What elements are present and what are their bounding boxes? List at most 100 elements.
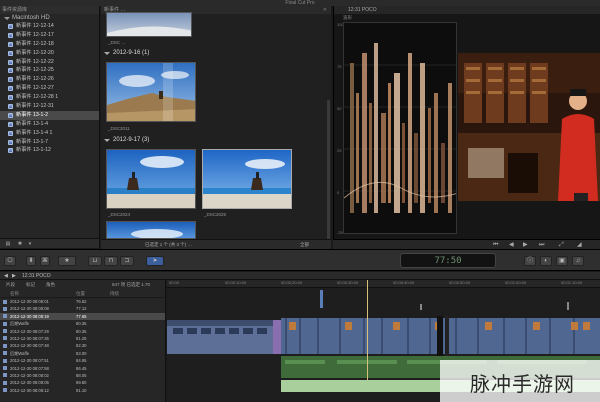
clip-thumbnail[interactable] bbox=[106, 149, 196, 209]
index-row[interactable]: 2012-12-30 08:07:35 81.25 bbox=[0, 335, 165, 342]
disclosure-triangle-icon[interactable] bbox=[104, 51, 110, 55]
event-item[interactable]: 新事件 12-12-31 bbox=[0, 102, 99, 111]
clip-icon bbox=[3, 373, 7, 378]
date-group-header[interactable]: 2012-9-17 (3) bbox=[104, 137, 149, 143]
timeline-ruler[interactable]: 00:00 00:00:10:00 00:00:20:00 00:00:30:00 00… bbox=[167, 280, 600, 288]
index-row[interactable]: 2012-12-30 08:07:51 84.95 bbox=[0, 357, 165, 364]
effects-browser-icon[interactable]: ▣ bbox=[556, 256, 568, 266]
clip-icon bbox=[3, 321, 7, 326]
date-group-label: 2012-9-17 (3) bbox=[113, 137, 150, 143]
index-row[interactable]: 2012-12-30 08:08:19 77.65 bbox=[0, 312, 165, 321]
column-name[interactable]: 名称 bbox=[10, 291, 19, 297]
connect-edit-icon[interactable]: ⊔ bbox=[88, 256, 102, 266]
event-item[interactable]: 新事件 12-12-22 bbox=[0, 58, 99, 67]
timecode-display[interactable]: 77:50 bbox=[400, 253, 496, 268]
event-item[interactable]: 新事件 13-1-4 bbox=[0, 120, 99, 129]
scope-tick: 25 bbox=[337, 148, 342, 153]
event-item[interactable]: 新事件 13-1-7 bbox=[0, 138, 99, 147]
disclosure-triangle-icon[interactable] bbox=[4, 16, 10, 20]
event-star-icon bbox=[8, 139, 13, 145]
clip-thumbnail[interactable] bbox=[106, 221, 196, 239]
library-action-icon[interactable]: ✱ bbox=[16, 241, 24, 247]
event-item[interactable]: 新事件 12-12-17 bbox=[0, 31, 99, 40]
main-toolbar: ⎔ ⬇ ⌘ ★ ⊔ ⊓ ⊐ ➤ 77:50 ⓘ ◐ ▣ ♫ bbox=[0, 249, 600, 271]
event-item[interactable]: 新事件 12-12-14 bbox=[0, 22, 99, 31]
browser-scrollbar[interactable] bbox=[327, 100, 330, 240]
date-group-header[interactable]: 2012-9-16 (1) bbox=[104, 50, 149, 56]
color-board-icon[interactable]: ◐ bbox=[540, 256, 552, 266]
close-icon[interactable]: ✕ bbox=[323, 6, 327, 14]
index-row[interactable]: 2012-12-30 08:07:58 86.45 bbox=[0, 365, 165, 372]
action-menu-chevron-icon[interactable]: ▾ bbox=[26, 241, 34, 247]
ruler-tick: 00:01:00:00 bbox=[505, 280, 527, 285]
event-item[interactable]: 新事件 12-12-26 bbox=[0, 75, 99, 84]
library-toggle-button[interactable]: ▤ bbox=[4, 241, 12, 247]
library-header: 事件资源库 bbox=[0, 6, 99, 14]
timeline-forward-icon[interactable]: ▶ bbox=[12, 272, 16, 280]
clip-thumbnail-selected[interactable] bbox=[202, 149, 292, 209]
index-row-name: 2012-12-30 08:08:02 bbox=[10, 372, 49, 378]
clip-image bbox=[203, 150, 291, 208]
event-item[interactable]: 新事件 13-1-12 bbox=[0, 146, 99, 155]
clip-thumbnail[interactable] bbox=[106, 12, 192, 37]
event-item[interactable]: 新事件 12-12-27 bbox=[0, 84, 99, 93]
drive-item[interactable]: Macintosh HD bbox=[0, 14, 99, 22]
clip-icon bbox=[3, 306, 7, 311]
previous-frame-icon[interactable]: ⏮ bbox=[493, 241, 498, 249]
timeline-back-icon[interactable]: ◀ bbox=[4, 272, 8, 280]
index-tab-roles[interactable]: 角色 bbox=[46, 282, 55, 288]
select-tool-button[interactable]: ➤ bbox=[146, 256, 164, 266]
insert-edit-icon[interactable]: ⊓ bbox=[104, 256, 118, 266]
event-item[interactable]: 新事件 13-1-4 1 bbox=[0, 129, 99, 138]
index-row[interactable]: 2012-12-30 08:08:12 91.10 bbox=[0, 387, 165, 394]
import-icon[interactable]: ⬇ bbox=[26, 256, 36, 266]
index-row-name: 后期Waffe bbox=[10, 321, 30, 327]
filter-dropdown[interactable]: 全部 bbox=[300, 241, 309, 249]
record-voiceover-icon[interactable]: ⎔ bbox=[4, 256, 16, 266]
event-label: 新事件 13-1-4 1 bbox=[16, 129, 53, 136]
keyword-icon[interactable]: ⌘ bbox=[40, 256, 50, 266]
audio-icon[interactable]: ◢ bbox=[577, 241, 582, 249]
index-tab-clips[interactable]: 片段 bbox=[6, 282, 15, 288]
watermark-text: 脉冲手游网 bbox=[470, 372, 575, 396]
event-item[interactable]: 新事件 12-12-28 1 bbox=[0, 93, 99, 102]
play-icon[interactable]: ▶ bbox=[523, 241, 528, 249]
play-reverse-icon[interactable]: ◀ bbox=[509, 241, 514, 249]
event-star-icon bbox=[8, 50, 13, 56]
event-item[interactable]: 新事件 12-12-25 bbox=[0, 66, 99, 75]
index-row-position: 77.12 bbox=[76, 306, 87, 312]
inspector-icon[interactable]: ⓘ bbox=[524, 256, 536, 266]
index-row[interactable]: 后期Waffe 80.35 bbox=[0, 320, 165, 327]
clip-thumbnail[interactable] bbox=[106, 62, 196, 122]
index-row[interactable]: 2012-12-30 08:07:48 82.30 bbox=[0, 342, 165, 349]
event-item[interactable]: 新事件 13-1-2 bbox=[0, 110, 99, 120]
index-tab-tags[interactable]: 标记 bbox=[26, 282, 35, 288]
index-row[interactable]: 后期Waffe 83.00 bbox=[0, 350, 165, 357]
playhead[interactable] bbox=[367, 280, 368, 380]
event-label: 新事件 12-12-14 bbox=[16, 23, 54, 29]
index-row-name: 2012-12-30 08:07:35 bbox=[10, 335, 49, 341]
event-star-icon bbox=[8, 59, 13, 65]
index-row[interactable]: 2012-12-30 08:07:29 80.35 bbox=[0, 328, 165, 335]
index-row-name: 2012-12-30 08:08:05 bbox=[10, 380, 49, 386]
viewer-video-frame bbox=[458, 53, 600, 201]
column-duration[interactable]: 持续 bbox=[110, 291, 119, 297]
rating-icon[interactable]: ★ bbox=[58, 256, 76, 266]
index-row[interactable]: 2012-12-30 08:08:01 76.62 bbox=[0, 298, 165, 305]
disclosure-triangle-icon[interactable] bbox=[104, 138, 110, 142]
next-frame-icon[interactable]: ⏭ bbox=[539, 241, 544, 249]
selection-status: 已选定 1 个 (共 3 个) … bbox=[145, 242, 193, 247]
index-row[interactable]: 2012-12-30 08:08:02 88.05 bbox=[0, 372, 165, 379]
index-row-name: 2012-12-30 08:08:08 bbox=[10, 306, 49, 312]
scope-tick: -25 bbox=[337, 230, 343, 235]
event-item[interactable]: 新事件 12-12-20 bbox=[0, 49, 99, 58]
media-browser-icon[interactable]: ♫ bbox=[572, 256, 584, 266]
scope-label: 波形 bbox=[343, 15, 352, 20]
append-edit-icon[interactable]: ⊐ bbox=[120, 256, 134, 266]
index-row[interactable]: 2012-12-30 08:08:08 77.12 bbox=[0, 305, 165, 312]
event-item[interactable]: 新事件 12-12-18 bbox=[0, 40, 99, 49]
index-row[interactable]: 2012-12-30 08:08:05 89.80 bbox=[0, 379, 165, 386]
fullscreen-icon[interactable]: ⤢ bbox=[559, 241, 564, 249]
index-row-name: 2012-12-30 08:08:01 bbox=[10, 299, 49, 304]
column-position[interactable]: 位置 bbox=[76, 291, 85, 297]
